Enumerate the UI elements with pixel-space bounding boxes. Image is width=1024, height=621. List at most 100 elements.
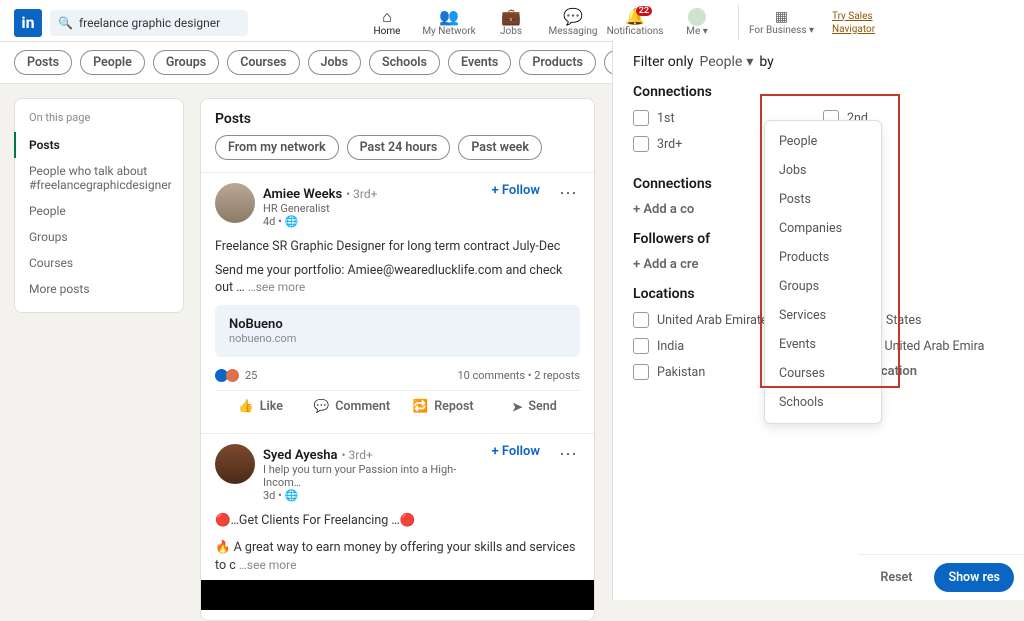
dd-products[interactable]: Products — [765, 243, 881, 272]
dd-services[interactable]: Services — [765, 301, 881, 330]
dd-events[interactable]: Events — [765, 330, 881, 359]
dd-groups[interactable]: Groups — [765, 272, 881, 301]
pill-events[interactable]: Events — [448, 50, 511, 75]
quick-24h[interactable]: Past 24 hours — [347, 135, 451, 160]
comment-button[interactable]: 💬Comment — [306, 391, 397, 423]
avatar-icon — [688, 8, 706, 26]
post-item: Amiee Weeks • 3rd+ HR Generalist 4d • 🌐 … — [201, 172, 594, 433]
notification-badge: 22 — [636, 6, 652, 16]
search-icon: 🔍 — [58, 16, 73, 30]
quick-week[interactable]: Past week — [458, 135, 542, 160]
connection-degree: • 3rd+ — [341, 448, 372, 462]
dd-courses[interactable]: Courses — [765, 359, 881, 388]
post-menu-icon[interactable]: ⋯ — [556, 183, 580, 204]
nav-label: My Network — [422, 26, 475, 37]
author-headline: I help you turn your Passion into a High… — [263, 463, 484, 489]
filter-only-label: Filter only — [633, 54, 694, 70]
posts-card: Posts From my network Past 24 hours Past… — [200, 98, 595, 621]
send-button[interactable]: ➤Send — [489, 391, 580, 423]
author-avatar[interactable] — [215, 444, 255, 484]
connection-degree: • 3rd+ — [346, 187, 377, 201]
celebrate-icon — [226, 369, 239, 382]
premium-link[interactable]: Try SalesNavigator — [832, 10, 875, 36]
pill-posts[interactable]: Posts — [14, 50, 72, 75]
dd-companies[interactable]: Companies — [765, 214, 881, 243]
repost-button[interactable]: 🔁Repost — [398, 391, 489, 423]
like-button[interactable]: 👍Like — [215, 391, 306, 423]
dd-jobs[interactable]: Jobs — [765, 156, 881, 185]
follow-button[interactable]: + Follow — [492, 444, 540, 459]
link-title: NoBueno — [229, 317, 566, 332]
reset-button[interactable]: Reset — [868, 563, 924, 592]
author-avatar[interactable] — [215, 183, 255, 223]
home-icon: ⌂ — [382, 8, 392, 26]
reaction-count: 25 — [245, 369, 257, 382]
quick-network[interactable]: From my network — [215, 135, 339, 160]
thumb-icon: 👍 — [238, 399, 254, 414]
primary-nav: ⌂Home 👥My Network 💼Jobs 💬Messaging 🔔22No… — [356, 8, 728, 37]
nav-label: Me ▾ — [686, 26, 708, 37]
grid-icon: ▦ — [775, 9, 788, 25]
dd-people[interactable]: People — [765, 127, 881, 156]
post-body: 🔥 A great way to earn money by offering … — [215, 539, 580, 574]
sidebar-item-more[interactable]: More posts — [15, 276, 183, 302]
repost-count[interactable]: 2 reposts — [534, 369, 580, 382]
for-business-menu[interactable]: ▦For Business ▾ — [749, 9, 814, 36]
sidebar-item-posts[interactable]: Posts — [14, 132, 183, 158]
show-results-button[interactable]: Show res — [934, 563, 1014, 592]
chat-icon: 💬 — [563, 8, 583, 26]
sidebar-item-groups[interactable]: Groups — [15, 224, 183, 250]
nav-label: Jobs — [500, 26, 522, 37]
sidebar-item-hashtag[interactable]: People who talk about #freelancegraphicd… — [15, 158, 183, 198]
reactions[interactable]: 25 — [215, 369, 257, 382]
author-headline: HR Generalist — [263, 202, 484, 215]
nav-jobs[interactable]: 💼Jobs — [480, 8, 542, 37]
global-header: in 🔍 ⌂Home 👥My Network 💼Jobs 💬Messaging … — [0, 0, 1024, 42]
search-box[interactable]: 🔍 — [50, 10, 248, 36]
nav-label: Messaging — [549, 26, 598, 37]
post-time: 3d • 🌐 — [263, 489, 484, 502]
pill-schools[interactable]: Schools — [369, 50, 440, 75]
repost-icon: 🔁 — [413, 399, 429, 414]
posts-heading: Posts — [201, 99, 594, 135]
sidebar-item-courses[interactable]: Courses — [15, 250, 183, 276]
sidebar-item-people[interactable]: People — [15, 198, 183, 224]
pill-groups[interactable]: Groups — [153, 50, 219, 75]
linkedin-logo[interactable]: in — [14, 9, 42, 37]
filter-type-dropdown[interactable]: People ▾ — [700, 54, 754, 70]
nav-label: Notifications — [607, 26, 664, 37]
by-label: by — [759, 54, 773, 70]
nav-label: For Business ▾ — [749, 25, 814, 36]
author-name[interactable]: Syed Ayesha — [263, 448, 338, 463]
see-more-link[interactable]: …see more — [248, 280, 306, 294]
pill-jobs[interactable]: Jobs — [308, 50, 362, 75]
dd-schools[interactable]: Schools — [765, 388, 881, 417]
on-this-page-card: On this page Posts People who talk about… — [14, 98, 184, 313]
post-menu-icon[interactable]: ⋯ — [556, 444, 580, 465]
section-connections: Connections — [633, 84, 1024, 100]
chevron-down-icon: ▾ — [746, 54, 753, 70]
follow-button[interactable]: + Follow — [492, 183, 540, 198]
pill-courses[interactable]: Courses — [227, 50, 299, 75]
post-body: 🔴…Get Clients For Freelancing …🔴 — [215, 512, 580, 530]
post-item: Syed Ayesha • 3rd+ I help you turn your … — [201, 433, 594, 621]
send-icon: ➤ — [512, 399, 522, 415]
link-preview[interactable]: NoBueno nobueno.com — [215, 305, 580, 357]
post-body: Freelance SR Graphic Designer for long t… — [215, 238, 580, 256]
sidebar-heading: On this page — [15, 99, 183, 132]
nav-home[interactable]: ⌂Home — [356, 8, 418, 37]
see-more-link[interactable]: …see more — [239, 558, 297, 572]
nav-messaging[interactable]: 💬Messaging — [542, 8, 604, 37]
comment-icon: 💬 — [314, 399, 330, 414]
nav-notifications[interactable]: 🔔22Notifications — [604, 8, 666, 37]
search-input[interactable] — [79, 16, 240, 30]
pill-people[interactable]: People — [80, 50, 145, 75]
comment-count[interactable]: 10 comments — [457, 369, 525, 382]
pill-products[interactable]: Products — [519, 50, 596, 75]
filter-type-menu: People Jobs Posts Companies Products Gro… — [764, 120, 882, 424]
nav-me[interactable]: Me ▾ — [666, 8, 728, 37]
post-body: Send me your portfolio: Amiee@wearedluck… — [215, 262, 580, 297]
nav-network[interactable]: 👥My Network — [418, 8, 480, 37]
dd-posts[interactable]: Posts — [765, 185, 881, 214]
author-name[interactable]: Amiee Weeks — [263, 187, 342, 202]
